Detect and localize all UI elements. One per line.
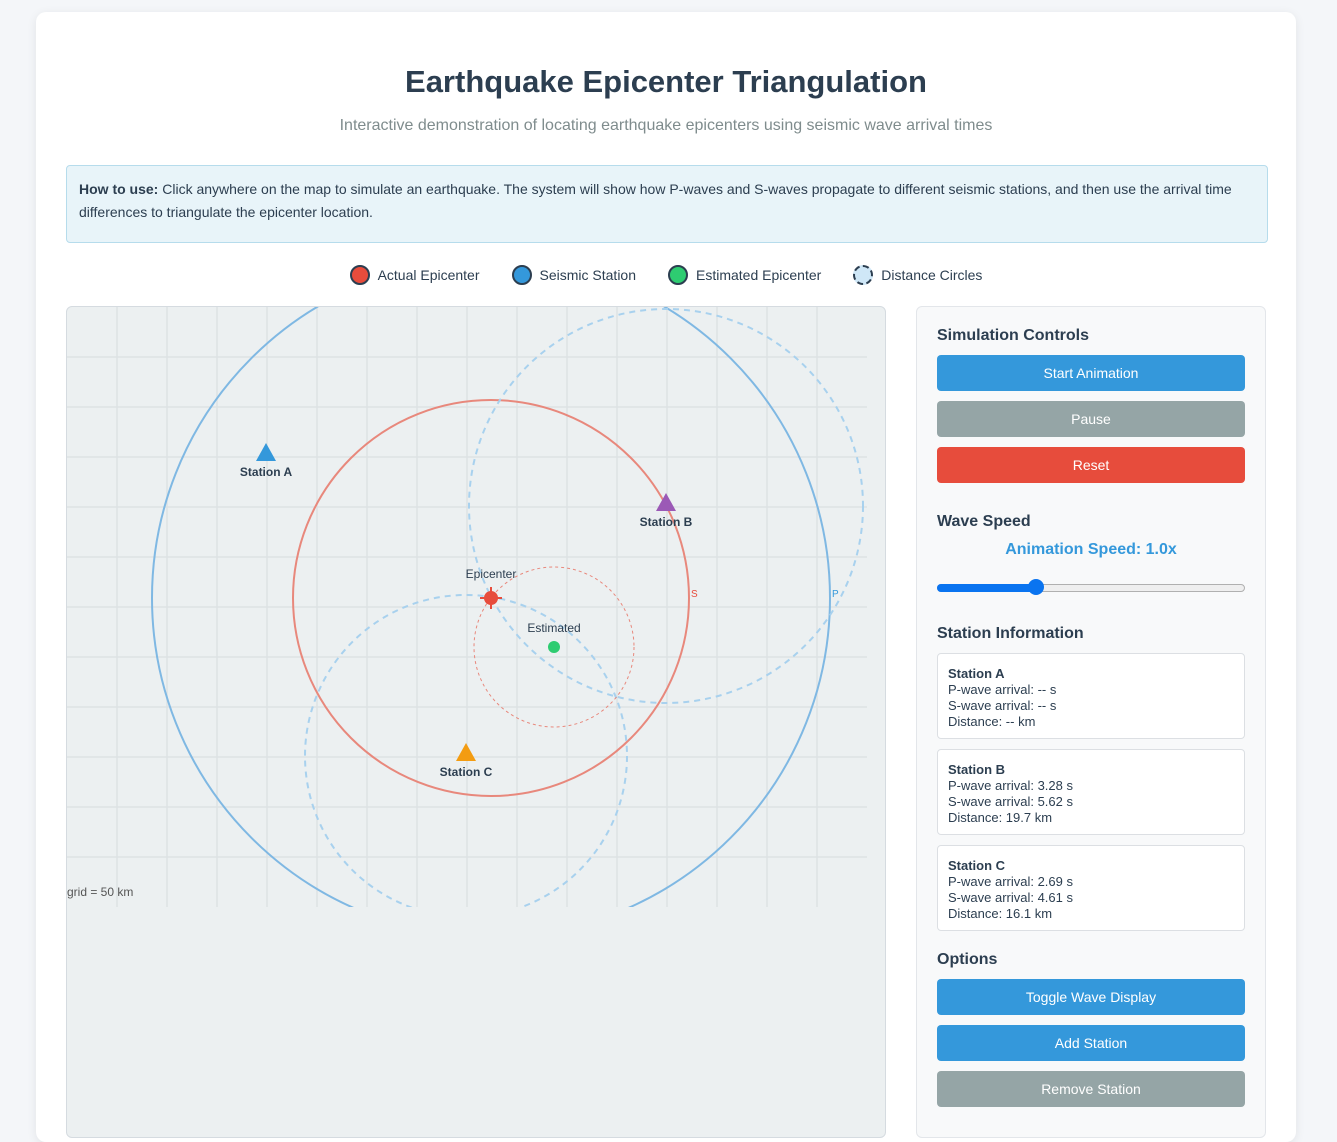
station-information-title: Station Information [937,625,1084,642]
station-card-p-arrival: P-wave arrival: 3.28 s [948,778,1073,793]
epicenter-marker [484,591,498,605]
station-card-name: Station A [948,666,1005,681]
estimated-epicenter: Estimated [527,621,581,653]
station-c-label: Station C [440,765,493,779]
station-b-marker[interactable] [656,493,676,511]
station-card-c: Station C P-wave arrival: 2.69 s S-wave … [937,845,1245,931]
instructions-box: How to use: Click anywhere on the map to… [66,165,1268,243]
station-card-distance: Distance: 19.7 km [948,810,1053,825]
map-grid [67,307,867,907]
station-card-s-arrival: S-wave arrival: -- s [948,698,1057,713]
legend-item-distance-circles: Distance Circles [853,265,982,285]
legend: Actual Epicenter Seismic Station Estimat… [36,262,1296,288]
s-wave-label: S [691,589,698,600]
speed-slider[interactable] [937,579,1245,595]
page-subtitle: Interactive demonstration of locating ea… [339,117,993,134]
main-card: Earthquake Epicenter Triangulation Inter… [36,12,1296,1142]
estimated-label: Estimated [527,621,580,635]
estimated-marker [548,641,560,653]
station-card-name: Station C [948,858,1006,873]
speed-slider-thumb[interactable] [1027,579,1044,595]
p-wave-label: P [832,589,839,600]
start-animation-button[interactable]: Start Animation [937,355,1245,391]
station-b[interactable]: Station B [640,493,693,529]
instructions-label: How to use: [79,181,159,197]
station-card-distance: Distance: 16.1 km [948,906,1053,921]
station-c[interactable]: Station C [440,743,493,779]
legend-swatch-actual-epicenter [349,265,370,285]
toggle-wave-display-button[interactable]: Toggle Wave Display [937,979,1245,1015]
station-card-name: Station B [948,762,1006,777]
page-title: Earthquake Epicenter Triangulation [405,64,927,99]
station-a-marker[interactable] [256,443,276,461]
wave-speed-title: Wave Speed [937,513,1031,530]
legend-swatch-distance-circles [853,265,874,285]
station-card-a: Station A P-wave arrival: -- s S-wave ar… [937,653,1245,739]
control-panel: Simulation Controls Start Animation Paus… [916,306,1266,1138]
map-svg[interactable]: S P Station A Station B Station C Epicen… [67,307,885,1137]
station-b-label: Station B [640,515,693,529]
station-a-label: Station A [240,465,293,479]
legend-label-seismic-station: Seismic Station [539,267,636,283]
legend-swatch-estimated-epicenter [668,265,688,285]
station-card-s-arrival: S-wave arrival: 5.62 s [948,794,1073,809]
station-card-s-arrival: S-wave arrival: 4.61 s [948,890,1073,905]
station-card-b: Station B P-wave arrival: 3.28 s S-wave … [937,749,1245,835]
simulation-controls-title: Simulation Controls [937,327,1089,344]
instructions-text: Click anywhere on the map to simulate an… [79,181,1232,220]
animation-speed-label: Animation Speed: 1.0x [1005,541,1177,558]
add-station-button[interactable]: Add Station [937,1025,1245,1061]
epicenter-label: Epicenter [466,567,517,581]
legend-swatch-seismic-station [511,265,532,285]
p-wave-circle [151,307,831,907]
legend-item-actual-epicenter: Actual Epicenter [349,265,480,285]
actual-epicenter: Epicenter [466,567,517,609]
grid-scale-note: grid = 50 km [67,885,134,899]
station-card-distance: Distance: -- km [948,714,1036,729]
station-c-marker[interactable] [456,743,476,761]
station-a[interactable]: Station A [240,443,293,479]
legend-label-actual-epicenter: Actual Epicenter [377,267,480,283]
reset-button[interactable]: Reset [937,447,1245,483]
station-card-p-arrival: P-wave arrival: -- s [948,682,1057,697]
legend-label-estimated-epicenter: Estimated Epicenter [696,267,822,283]
remove-station-button[interactable]: Remove Station [937,1071,1245,1107]
wave-layer [151,307,864,907]
station-card-p-arrival: P-wave arrival: 2.69 s [948,874,1073,889]
legend-label-distance-circles: Distance Circles [881,267,983,283]
legend-item-estimated-epicenter: Estimated Epicenter [668,265,821,285]
speed-slider-fill [937,584,1036,592]
map-canvas[interactable]: S P Station A Station B Station C Epicen… [66,306,886,1138]
legend-item-seismic-station: Seismic Station [511,265,636,285]
options-title: Options [937,951,998,968]
pause-button[interactable]: Pause [937,401,1245,437]
